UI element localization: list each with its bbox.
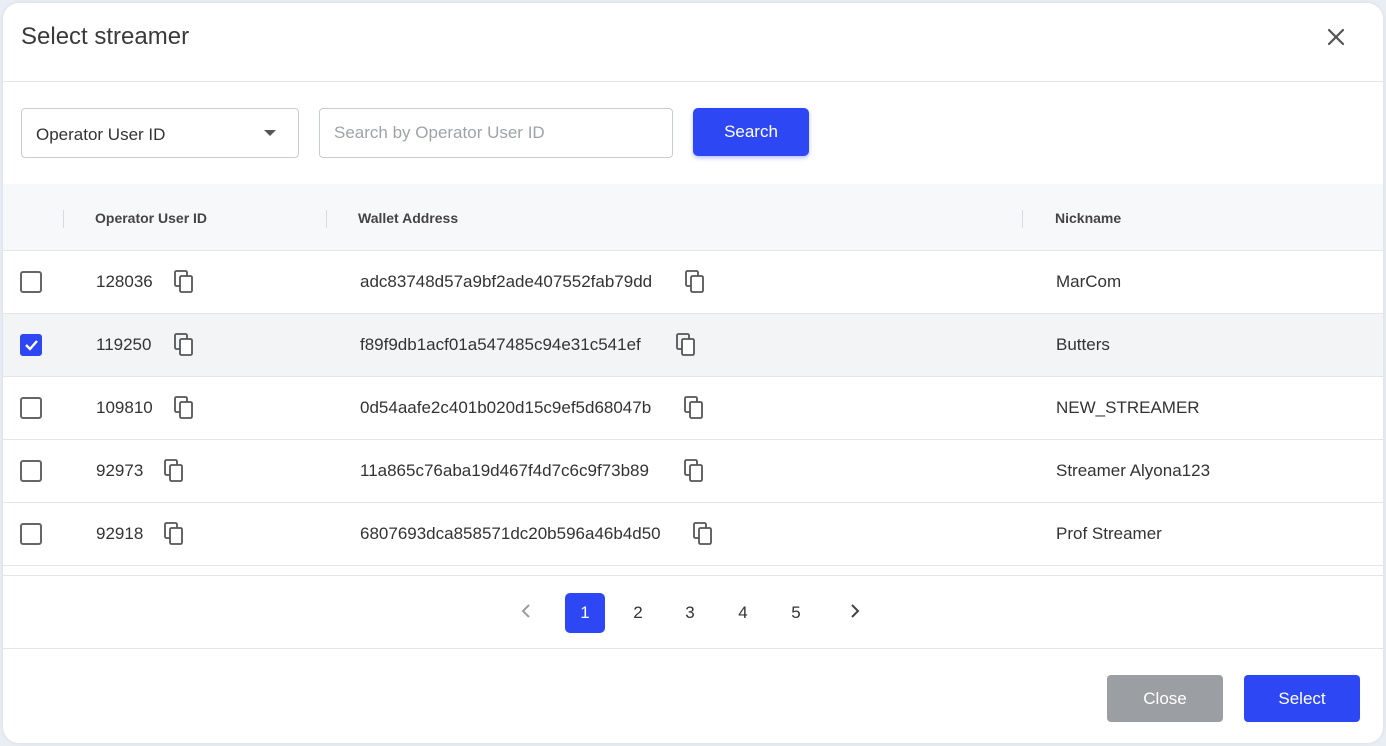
row-checkbox[interactable] xyxy=(20,334,42,356)
column-header-nickname: Nickname xyxy=(1055,210,1122,226)
cell-user-id: 92973 xyxy=(96,461,144,480)
pagination: 12345 xyxy=(3,575,1383,649)
streamer-table: Operator User ID Wallet Address Nickname… xyxy=(3,184,1383,566)
check-icon xyxy=(25,340,38,351)
select-button[interactable]: Select xyxy=(1244,675,1360,722)
table-header: Operator User ID Wallet Address Nickname xyxy=(3,184,1383,251)
search-field-select-value: Operator User ID xyxy=(36,125,166,144)
row-checkbox[interactable] xyxy=(20,397,42,419)
copy-icon[interactable] xyxy=(692,522,714,546)
cell-wallet-address: adc83748d57a9bf2ade407552fab79dd xyxy=(360,272,653,291)
search-button[interactable]: Search xyxy=(693,108,809,156)
table-body: 128036 adc83748d57a9bf2ade407552fab79dd Ma… xyxy=(3,251,1383,566)
cell-wallet-address: 0d54aafe2c401b020d15c9ef5d68047b xyxy=(360,398,652,417)
column-header-user-id: Operator User ID xyxy=(95,210,208,226)
chevron-left-icon[interactable] xyxy=(519,602,533,620)
cell-nickname: MarCom xyxy=(1056,272,1122,291)
copy-icon[interactable] xyxy=(173,333,195,357)
column-header-wallet: Wallet Address xyxy=(358,210,459,226)
cell-user-id: 119250 xyxy=(96,335,152,354)
dialog-header: Select streamer xyxy=(3,3,1383,82)
page-button-4[interactable]: 4 xyxy=(723,593,763,633)
cell-nickname: Butters xyxy=(1056,335,1110,354)
row-checkbox[interactable] xyxy=(20,460,42,482)
column-separator xyxy=(63,210,64,228)
cell-nickname: Streamer Alyona123 xyxy=(1056,461,1211,480)
close-icon[interactable] xyxy=(1321,22,1351,52)
dialog-title: Select streamer xyxy=(21,23,190,50)
column-separator xyxy=(326,210,327,228)
row-checkbox[interactable] xyxy=(20,523,42,545)
page-button-1[interactable]: 1 xyxy=(565,593,605,633)
close-button[interactable]: Close xyxy=(1107,675,1223,722)
chevron-right-icon[interactable] xyxy=(848,602,862,620)
copy-icon[interactable] xyxy=(173,396,195,420)
copy-icon[interactable] xyxy=(684,270,706,294)
cell-wallet-address: 11a865c76aba19d467f4d7c6c9f73b89 xyxy=(360,461,649,480)
table-row[interactable]: 128036 adc83748d57a9bf2ade407552fab79dd Ma… xyxy=(3,251,1383,314)
page-button-5[interactable]: 5 xyxy=(776,593,816,633)
copy-icon[interactable] xyxy=(675,333,697,357)
table-row[interactable]: 92918 6807693dca858571dc20b596a46b4d50 Pro… xyxy=(3,503,1383,566)
select-streamer-dialog: Select streamer Operator User ID Search … xyxy=(3,3,1383,743)
page-button-3[interactable]: 3 xyxy=(670,593,710,633)
column-separator xyxy=(1022,210,1023,228)
table-row[interactable]: 119250 f89f9db1acf01a547485c94e31c541ef Bu… xyxy=(3,314,1383,377)
copy-icon[interactable] xyxy=(173,270,195,294)
cell-nickname: NEW_STREAMER xyxy=(1056,398,1200,417)
table-row[interactable]: 92973 11a865c76aba19d467f4d7c6c9f73b89 Str… xyxy=(3,440,1383,503)
copy-icon[interactable] xyxy=(163,459,185,483)
copy-icon[interactable] xyxy=(163,522,185,546)
cell-user-id: 109810 xyxy=(96,398,153,417)
cell-wallet-address: f89f9db1acf01a547485c94e31c541ef xyxy=(360,335,641,354)
copy-icon[interactable] xyxy=(683,459,705,483)
page-button-2[interactable]: 2 xyxy=(618,593,658,633)
search-field-select[interactable]: Operator User ID xyxy=(21,108,299,158)
copy-icon[interactable] xyxy=(683,396,705,420)
cell-user-id: 92918 xyxy=(96,524,144,543)
search-input[interactable] xyxy=(319,108,673,158)
caret-down-icon xyxy=(264,130,276,136)
cell-user-id: 128036 xyxy=(96,272,153,291)
cell-nickname: Prof Streamer xyxy=(1056,524,1162,543)
table-row[interactable]: 109810 0d54aafe2c401b020d15c9ef5d68047b NE… xyxy=(3,377,1383,440)
row-checkbox[interactable] xyxy=(20,271,42,293)
cell-wallet-address: 6807693dca858571dc20b596a46b4d50 xyxy=(360,524,661,543)
